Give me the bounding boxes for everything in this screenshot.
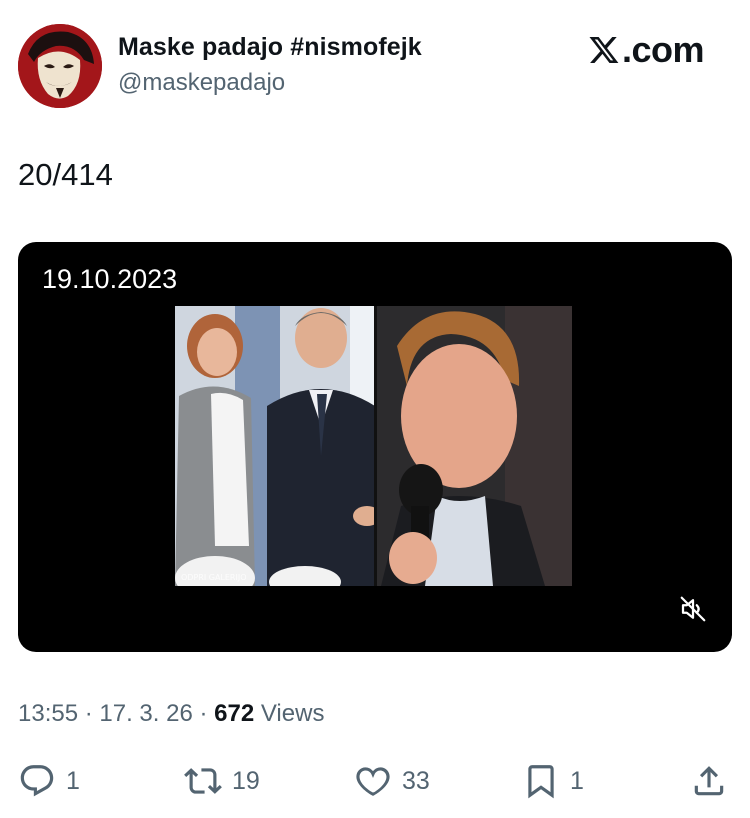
speaker-muted-icon <box>680 596 706 622</box>
repost-count: 19 <box>232 766 260 795</box>
video-player[interactable]: 19.10.2023 ODPRI GALERIJO <box>18 242 732 652</box>
like-count: 33 <box>402 766 430 795</box>
video-date-overlay: 19.10.2023 <box>42 264 178 294</box>
heart-icon <box>356 767 390 796</box>
brand-logo: .com <box>588 29 705 70</box>
avatar[interactable] <box>18 24 102 108</box>
reply-icon <box>20 765 54 797</box>
reply-button[interactable]: 1 <box>18 760 80 802</box>
share-icon <box>694 766 724 796</box>
action-bar: 1 19 33 1 <box>0 760 750 802</box>
views-count: 672 <box>214 700 255 727</box>
author-display-name[interactable]: Maske padajo #nismofejk <box>118 33 422 62</box>
repost-icon <box>184 768 222 794</box>
guy-fawkes-mask-avatar <box>18 24 102 108</box>
video-watermark: ODPRI GALERIJO <box>181 573 247 582</box>
views-label: Views <box>254 700 325 727</box>
author-handle[interactable]: @maskepadajo <box>118 69 285 97</box>
bookmark-icon <box>528 765 554 799</box>
reply-count: 1 <box>66 766 80 795</box>
mute-button[interactable] <box>678 594 708 624</box>
bookmark-button[interactable]: 1 <box>522 760 584 802</box>
tweet-meta: 13:55 · 17. 3. 26 · 672 Views <box>18 700 324 728</box>
meta-separator: · <box>192 700 215 727</box>
video-frame[interactable]: ODPRI GALERIJO <box>175 306 572 586</box>
repost-button[interactable]: 19 <box>184 760 260 802</box>
video-thumbnail-image: ODPRI GALERIJO <box>175 306 572 586</box>
like-button[interactable]: 33 <box>354 760 430 802</box>
brand-label: .com <box>622 29 705 70</box>
meta-separator: · <box>78 700 100 727</box>
share-button[interactable] <box>690 760 728 802</box>
bookmark-count: 1 <box>570 766 584 795</box>
x-logo-icon <box>589 37 619 63</box>
tweet-date[interactable]: 17. 3. 26 <box>99 700 192 727</box>
tweet-time[interactable]: 13:55 <box>18 700 78 727</box>
tweet-text: 20/414 <box>18 157 113 192</box>
